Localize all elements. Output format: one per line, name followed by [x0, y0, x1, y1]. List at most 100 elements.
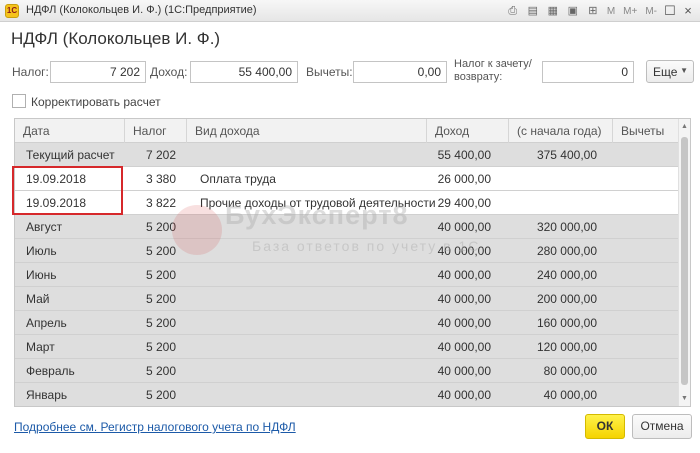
vertical-scrollbar[interactable]: ▲ ▼ — [678, 119, 690, 406]
watermark-subtitle: База ответов по учету в 1С — [252, 238, 481, 254]
tax-field[interactable]: 7 202 — [50, 61, 146, 83]
memory-minus-button[interactable]: M- — [642, 6, 660, 17]
cell-deductions — [613, 263, 669, 287]
cell-ytd: 80 000,00 — [543, 364, 597, 378]
cell-tax: 5 200 — [146, 268, 177, 282]
cell-date: Текущий расчет — [26, 148, 115, 162]
cell-tax: 5 200 — [146, 388, 177, 402]
cell-deductions — [613, 335, 669, 359]
cell-income-type — [189, 383, 429, 406]
cell-date: Май — [26, 292, 50, 306]
cell-income: 29 400,00 — [437, 196, 491, 210]
table-row[interactable]: Январь 5 200 40 000,00 40 000,00 — [15, 383, 679, 406]
cell-tax: 3 380 — [146, 172, 177, 186]
cell-date: Июнь — [26, 268, 57, 282]
cell-ytd: 200 000,00 — [536, 292, 597, 306]
print-icon[interactable]: ⎙ — [504, 3, 522, 19]
cell-income: 40 000,00 — [437, 292, 491, 306]
cell-income-type — [189, 287, 429, 311]
cell-date: Июль — [26, 244, 57, 258]
memory-plus-button[interactable]: M+ — [620, 6, 640, 17]
tax-label: Налог: — [12, 65, 49, 79]
cell-income: 40 000,00 — [437, 364, 491, 378]
table-row[interactable]: Апрель 5 200 40 000,00 160 000,00 — [15, 311, 679, 335]
table-row[interactable]: Февраль 5 200 40 000,00 80 000,00 — [15, 359, 679, 383]
table-row[interactable]: Май 5 200 40 000,00 200 000,00 — [15, 287, 679, 311]
cell-deductions — [613, 239, 669, 263]
maximize-icon[interactable]: ☐ — [662, 3, 678, 19]
cell-tax: 5 200 — [146, 292, 177, 306]
table-row[interactable]: Март 5 200 40 000,00 120 000,00 — [15, 335, 679, 359]
cell-income: 40 000,00 — [437, 388, 491, 402]
cell-income-type — [189, 335, 429, 359]
cell-income: 40 000,00 — [437, 340, 491, 354]
highlight-box — [12, 166, 123, 215]
cell-date: Август — [26, 220, 63, 234]
more-button-label: Еще — [653, 65, 678, 79]
deductions-label: Вычеты: — [306, 65, 353, 79]
column-header-ytd[interactable]: (с начала года) — [509, 119, 613, 143]
cell-ytd: 375 400,00 — [536, 148, 597, 162]
table-header: Дата Налог Вид дохода Доход (с начала го… — [15, 119, 679, 143]
column-header-deductions[interactable]: Вычеты — [613, 119, 679, 143]
ok-button[interactable]: ОК — [585, 414, 625, 439]
cell-date: Апрель — [26, 316, 67, 330]
cell-income: 40 000,00 — [437, 316, 491, 330]
cell-deductions — [613, 359, 669, 383]
chevron-down-icon: ▼ — [680, 66, 688, 75]
cell-tax: 5 200 — [146, 364, 177, 378]
table-row[interactable]: Июнь 5 200 40 000,00 240 000,00 — [15, 263, 679, 287]
cell-deductions — [613, 167, 669, 191]
form-heading: НДФЛ (Колокольцев И. Ф.) — [11, 29, 221, 48]
memory-m-button[interactable]: M — [604, 6, 618, 17]
watermark-title: БухЭксперт8 — [225, 200, 409, 230]
more-button[interactable]: Еще ▼ — [646, 60, 694, 83]
cell-income-type: Оплата труда — [200, 172, 276, 186]
cell-income-type — [189, 311, 429, 335]
cell-ytd: 280 000,00 — [536, 244, 597, 258]
scroll-thumb[interactable] — [681, 137, 688, 385]
cell-ytd — [509, 167, 597, 191]
window-titlebar: 1С НДФЛ (Колокольцев И. Ф.) (1С:Предприя… — [0, 0, 700, 22]
save-icon[interactable]: ▤ — [524, 3, 542, 19]
cell-deductions — [613, 215, 669, 239]
cell-deductions — [613, 143, 669, 167]
table-row[interactable]: Текущий расчет 7 202 55 400,00 375 400,00 — [15, 143, 679, 167]
cell-tax: 7 202 — [146, 148, 177, 162]
income-field[interactable]: 55 400,00 — [190, 61, 298, 83]
spreadsheet-icon[interactable]: ▦ — [544, 3, 562, 19]
cell-ytd: 320 000,00 — [536, 220, 597, 234]
deductions-field[interactable]: 0,00 — [353, 61, 447, 83]
cell-deductions — [613, 311, 669, 335]
cell-deductions — [613, 287, 669, 311]
cell-ytd — [509, 191, 597, 215]
cell-income: 26 000,00 — [437, 172, 491, 186]
cell-deductions — [613, 383, 669, 406]
tax-register-link[interactable]: Подробнее см. Регистр налогового учета п… — [14, 420, 296, 434]
cell-ytd: 160 000,00 — [536, 316, 597, 330]
column-header-tax[interactable]: Налог — [125, 119, 187, 143]
cell-date: Февраль — [26, 364, 75, 378]
offset-field[interactable]: 0 — [542, 61, 634, 83]
titlebar-tools: ⎙ ▤ ▦ ▣ ⊞ M M+ M- ☐ × — [504, 3, 696, 19]
column-header-income[interactable]: Доход — [427, 119, 509, 143]
cell-income: 55 400,00 — [437, 148, 491, 162]
calendar-icon[interactable]: ▣ — [564, 3, 582, 19]
scroll-down-icon[interactable]: ▼ — [681, 395, 688, 402]
calculator-icon[interactable]: ⊞ — [584, 3, 602, 19]
column-header-date[interactable]: Дата — [15, 119, 125, 143]
correct-calculation-label: Корректировать расчет — [31, 95, 161, 109]
close-icon[interactable]: × — [680, 3, 696, 19]
cancel-button[interactable]: Отмена — [632, 414, 692, 439]
offset-label: Налог к зачету/возврату: — [454, 58, 532, 83]
cell-income-type — [189, 359, 429, 383]
app-logo-icon: 1С — [5, 4, 19, 18]
cell-date: Март — [26, 340, 55, 354]
cell-tax: 5 200 — [146, 316, 177, 330]
cell-income: 40 000,00 — [437, 220, 491, 234]
cell-ytd: 40 000,00 — [543, 388, 597, 402]
correct-calculation-checkbox[interactable] — [12, 94, 26, 108]
cell-date: Январь — [26, 388, 68, 402]
scroll-up-icon[interactable]: ▲ — [681, 123, 688, 130]
column-header-income-type[interactable]: Вид дохода — [187, 119, 427, 143]
